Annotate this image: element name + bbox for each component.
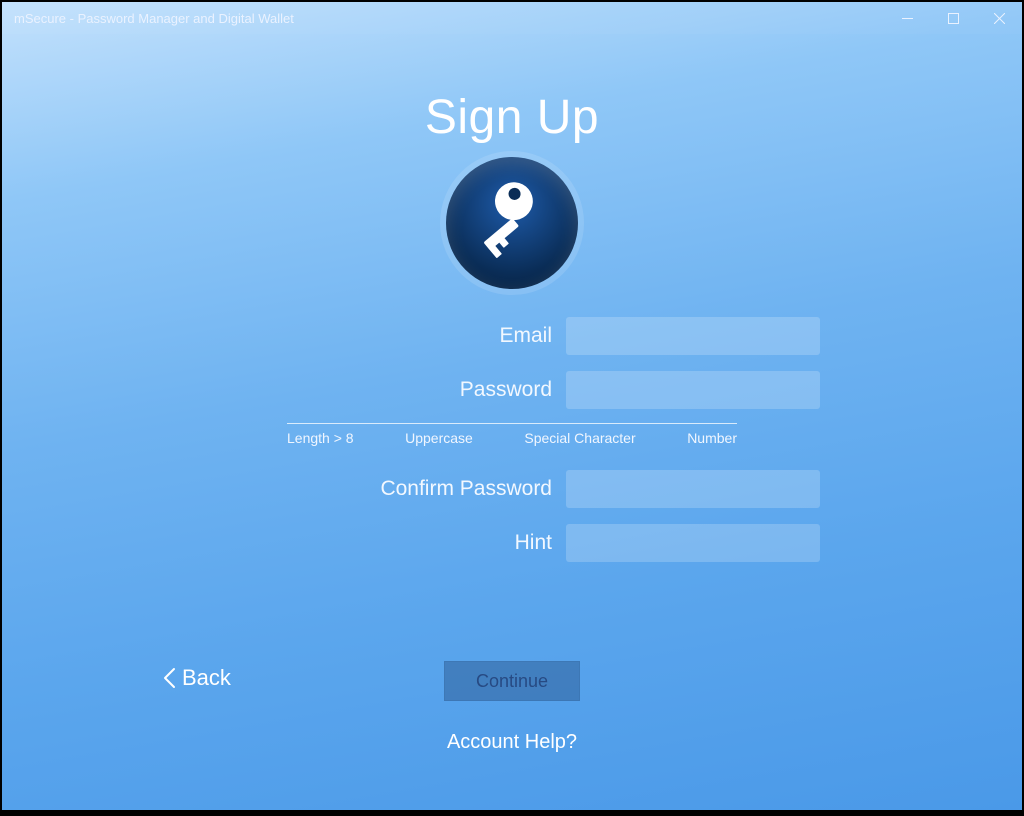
hint-row: Hint xyxy=(192,524,832,562)
key-icon xyxy=(451,162,572,283)
confirm-password-row: Confirm Password xyxy=(192,470,832,508)
titlebar: mSecure - Password Manager and Digital W… xyxy=(2,2,1022,34)
email-row: Email xyxy=(192,317,832,355)
app-logo xyxy=(446,157,578,289)
main-content: Sign Up Email Password xyxy=(2,34,1022,810)
app-window: mSecure - Password Manager and Digital W… xyxy=(2,2,1022,810)
signup-form: Email Password Length > 8 Uppercase Spec… xyxy=(192,309,832,570)
password-field[interactable] xyxy=(566,371,820,409)
page-title: Sign Up xyxy=(425,90,599,145)
confirm-password-label: Confirm Password xyxy=(192,477,566,501)
chevron-left-icon xyxy=(162,667,176,689)
email-field[interactable] xyxy=(566,317,820,355)
close-button[interactable] xyxy=(976,2,1022,34)
password-row: Password xyxy=(192,371,832,409)
req-length: Length > 8 xyxy=(287,430,354,446)
minimize-button[interactable] xyxy=(884,2,930,34)
maximize-icon xyxy=(948,13,959,24)
window-title: mSecure - Password Manager and Digital W… xyxy=(2,11,294,26)
req-upper: Uppercase xyxy=(405,430,473,446)
email-label: Email xyxy=(192,324,566,348)
confirm-password-field[interactable] xyxy=(566,470,820,508)
req-number: Number xyxy=(687,430,737,446)
req-special: Special Character xyxy=(524,430,635,446)
password-requirements: Length > 8 Uppercase Special Character N… xyxy=(287,423,737,446)
minimize-icon xyxy=(902,13,913,24)
back-label: Back xyxy=(182,665,231,691)
back-button[interactable]: Back xyxy=(162,665,231,691)
hint-label: Hint xyxy=(192,531,566,555)
maximize-button[interactable] xyxy=(930,2,976,34)
hint-field[interactable] xyxy=(566,524,820,562)
account-help-link[interactable]: Account Help? xyxy=(447,731,577,754)
close-icon xyxy=(994,13,1005,24)
bottom-actions: Back Continue Account Help? xyxy=(2,659,1022,754)
continue-button[interactable]: Continue xyxy=(444,661,580,701)
password-label: Password xyxy=(192,378,566,402)
